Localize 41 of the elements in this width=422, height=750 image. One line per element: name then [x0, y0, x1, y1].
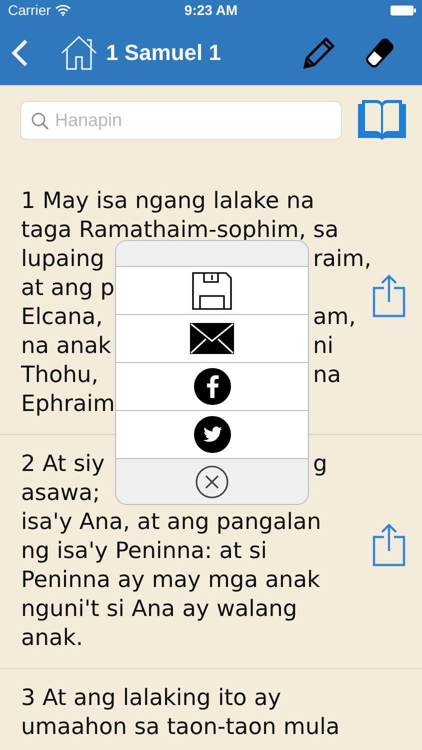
verse-text: isa'y Ana, at ang pangalan — [21, 508, 322, 537]
verse-text: ng isa'y Peninna: at si — [21, 537, 268, 566]
battery-icon — [390, 4, 416, 16]
carrier-label: Carrier — [8, 2, 51, 18]
verse-text: 2 At siy — [21, 450, 106, 479]
home-button[interactable] — [60, 34, 98, 70]
eraser-button[interactable] — [364, 36, 394, 68]
verse-text: am, — [313, 303, 357, 332]
verse-text: anak. — [21, 624, 84, 653]
verse-text: ni — [313, 332, 335, 361]
chapter-title: 1 Samuel 1 — [106, 40, 222, 66]
book-button[interactable] — [356, 98, 408, 142]
pencil-button[interactable] — [302, 36, 336, 70]
search-icon — [31, 112, 49, 130]
verse-text: Thohu, — [21, 361, 100, 390]
verse-text: 1 May isa ngang lalake na — [21, 187, 316, 216]
verse-text: umaahon sa taon-taon mula — [21, 713, 341, 742]
verse-text: Peninna ay may mga anak — [21, 566, 322, 595]
verse-text: raim, — [313, 245, 372, 274]
search-field[interactable]: Hanapin — [20, 100, 342, 140]
back-button[interactable] — [10, 38, 30, 68]
share-button[interactable] — [372, 522, 406, 566]
verse-text: taga Ramathaim-sophim, sa — [21, 216, 340, 245]
cancel-button[interactable] — [116, 459, 308, 504]
verse-text: 3 At ang lalaking ito ay — [21, 684, 282, 713]
verse-text: asawa; — [21, 479, 102, 508]
verse-text: na — [313, 361, 342, 390]
envelope-icon — [190, 323, 234, 354]
share-button[interactable] — [372, 274, 406, 318]
twitter-icon — [194, 416, 230, 453]
close-icon — [195, 464, 229, 498]
verse-text: na anak — [21, 332, 112, 361]
verse-text: at ang p — [21, 274, 115, 303]
verse-text: Elcana, — [21, 303, 104, 332]
verse-text: Ephraim — [21, 390, 115, 419]
status-time: 9:23 AM — [184, 2, 238, 18]
wifi-icon — [54, 4, 71, 16]
verse-text: g — [313, 450, 328, 479]
verse-text: lupaing — [21, 245, 106, 274]
verse-text: nguni't si Ana ay walang — [21, 595, 298, 624]
facebook-icon — [194, 368, 230, 405]
